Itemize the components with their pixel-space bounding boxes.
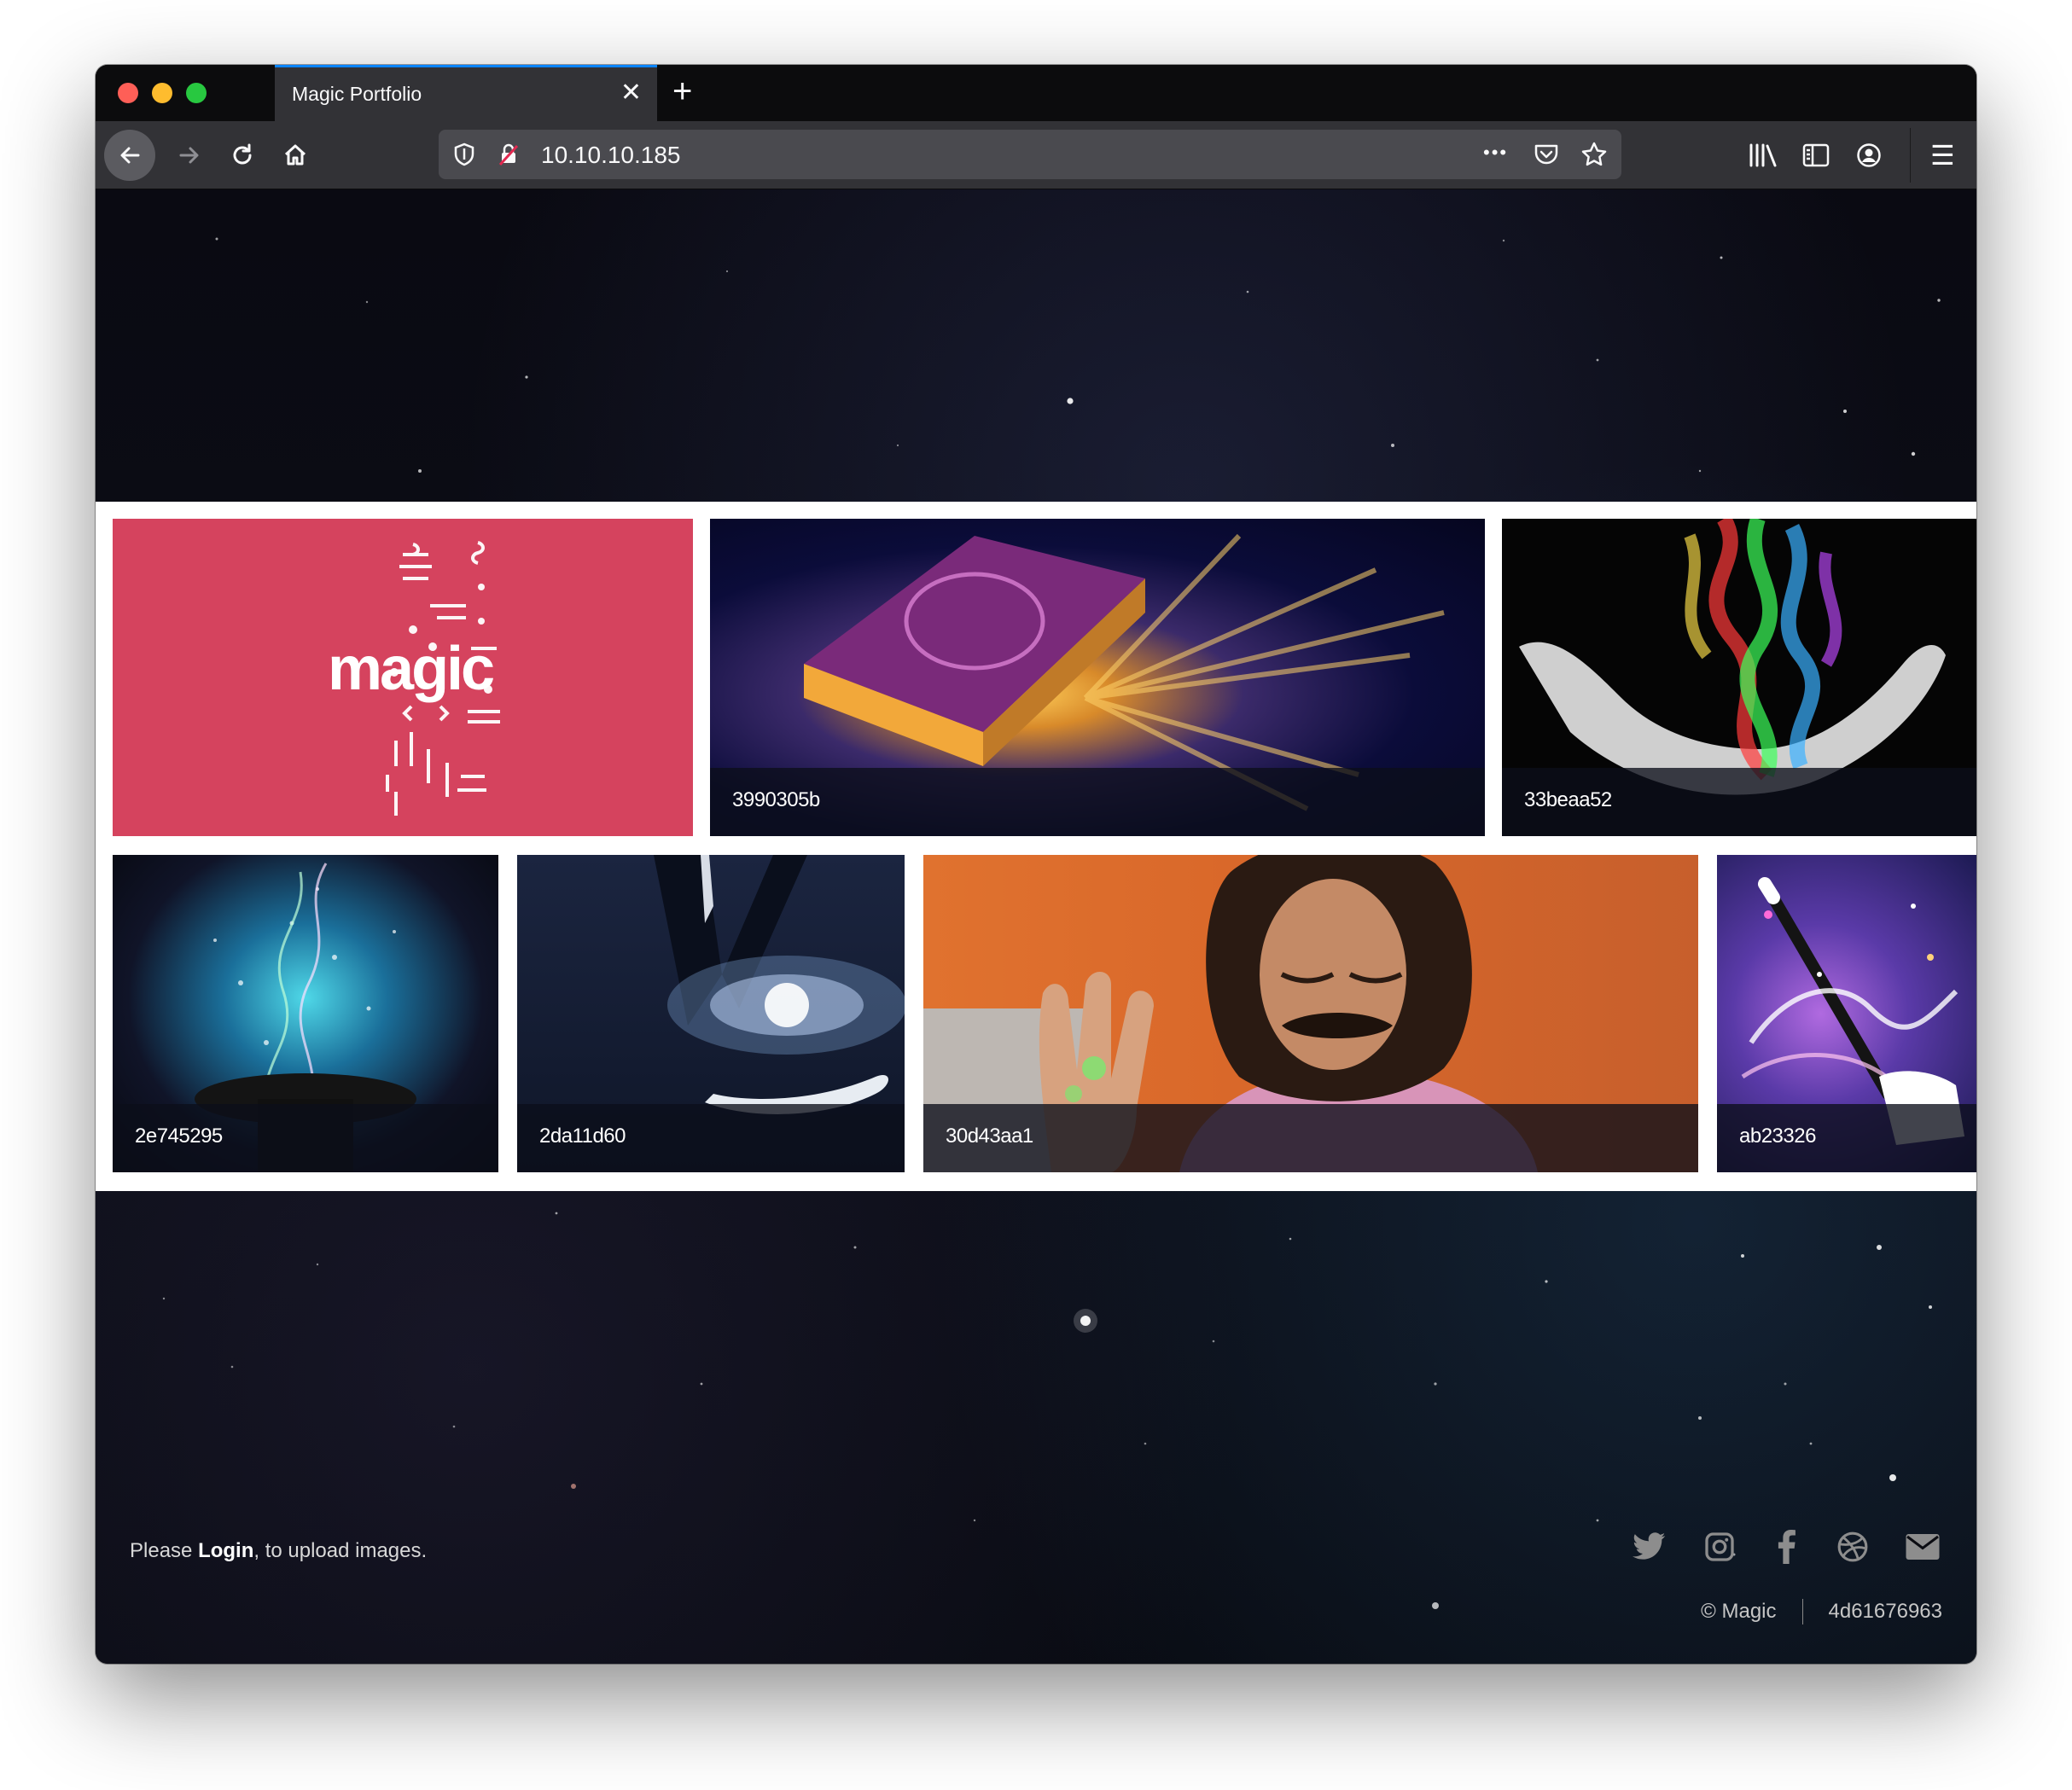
- sidebar-icon[interactable]: [1799, 138, 1833, 172]
- reload-icon: [233, 143, 252, 165]
- new-tab-button[interactable]: +: [672, 72, 692, 111]
- facebook-icon[interactable]: [1766, 1527, 1806, 1566]
- address-bar[interactable]: 10.10.10.185 •••: [439, 130, 1621, 179]
- toolbar-separator: [1910, 128, 1911, 183]
- url-text: 10.10.10.185: [541, 142, 681, 168]
- forward-button[interactable]: [166, 131, 213, 179]
- browser-window: Magic Portfolio ✕ + 10.10.10.185 ••• ☰ m…: [96, 65, 1976, 1664]
- caption-bar: ab23326: [1717, 1104, 1976, 1172]
- twitter-icon[interactable]: [1630, 1527, 1669, 1566]
- tab-magic-portfolio[interactable]: Magic Portfolio ✕: [275, 65, 657, 121]
- menu-icon[interactable]: ☰: [1930, 138, 1955, 172]
- image-caption: 3990305b: [732, 788, 820, 811]
- footer-hash: 4d61676963: [1828, 1600, 1942, 1623]
- gallery-tile-2da11d60[interactable]: 2da11d60: [517, 855, 905, 1172]
- copyright-text: © Magic: [1701, 1600, 1777, 1623]
- image-caption: 2da11d60: [539, 1125, 626, 1148]
- caption-bar: 3990305b: [710, 768, 1485, 836]
- login-prompt-suffix: , to upload images.: [253, 1539, 428, 1562]
- image-caption: 2e745295: [135, 1125, 223, 1148]
- instagram-icon[interactable]: [1700, 1527, 1739, 1566]
- magic-logo-tile[interactable]: magic: [113, 519, 693, 836]
- navigation-toolbar: 10.10.10.185 ••• ☰: [96, 121, 1976, 189]
- gallery-tile-33beaa52[interactable]: 33beaa52: [1502, 519, 1976, 836]
- back-arrow-icon: [120, 147, 140, 164]
- tab-strip: Magic Portfolio ✕ +: [96, 65, 1976, 121]
- login-prompt-prefix: Please: [130, 1539, 199, 1562]
- page-content: magic 3990305b 33beaa52 2e745295 2da11d6…: [96, 189, 1976, 1664]
- caption-bar: 30d43aa1: [923, 1104, 1698, 1172]
- forward-arrow-icon: [179, 147, 199, 164]
- shield-icon[interactable]: [451, 141, 478, 168]
- insecure-lock-icon[interactable]: [495, 141, 522, 168]
- gallery-tile-3990305b[interactable]: 3990305b: [710, 519, 1485, 836]
- caption-bar: 33beaa52: [1502, 768, 1976, 836]
- footer-divider: [1801, 1599, 1803, 1624]
- gallery-tile-2e745295[interactable]: 2e745295: [113, 855, 498, 1172]
- close-window-button[interactable]: [118, 83, 138, 103]
- caption-bar: 2e745295: [113, 1104, 498, 1172]
- email-icon[interactable]: [1903, 1527, 1942, 1566]
- image-caption: ab23326: [1739, 1125, 1816, 1148]
- home-button[interactable]: [271, 131, 319, 179]
- page-actions-icon[interactable]: •••: [1483, 142, 1508, 164]
- maximize-window-button[interactable]: [186, 83, 207, 103]
- magic-logo-image: magic: [328, 541, 500, 816]
- back-button[interactable]: [104, 130, 155, 181]
- home-icon: [284, 144, 306, 166]
- login-link[interactable]: Login: [198, 1539, 253, 1562]
- account-icon[interactable]: [1852, 138, 1886, 172]
- footer-meta: © Magic 4d61676963: [1701, 1599, 1942, 1624]
- image-caption: 33beaa52: [1524, 788, 1612, 811]
- library-icon[interactable]: [1746, 138, 1780, 172]
- dribbble-icon[interactable]: [1833, 1527, 1872, 1566]
- caption-bar: 2da11d60: [517, 1104, 905, 1172]
- magic-logo-text: magic: [328, 635, 493, 703]
- minimize-window-button[interactable]: [152, 83, 172, 103]
- tab-close-icon[interactable]: ✕: [620, 78, 642, 108]
- image-gallery: magic 3990305b 33beaa52 2e745295 2da11d6…: [96, 502, 1976, 1191]
- tab-title: Magic Portfolio: [292, 83, 422, 105]
- image-caption: 30d43aa1: [946, 1125, 1033, 1148]
- gallery-tile-30d43aa1[interactable]: 30d43aa1: [923, 855, 1698, 1172]
- reload-button[interactable]: [218, 131, 266, 179]
- pocket-icon[interactable]: [1533, 141, 1560, 168]
- bookmark-star-icon[interactable]: [1580, 141, 1608, 168]
- login-prompt: Please Login, to upload images.: [130, 1539, 427, 1563]
- gallery-tile-ab23326[interactable]: ab23326: [1717, 855, 1976, 1172]
